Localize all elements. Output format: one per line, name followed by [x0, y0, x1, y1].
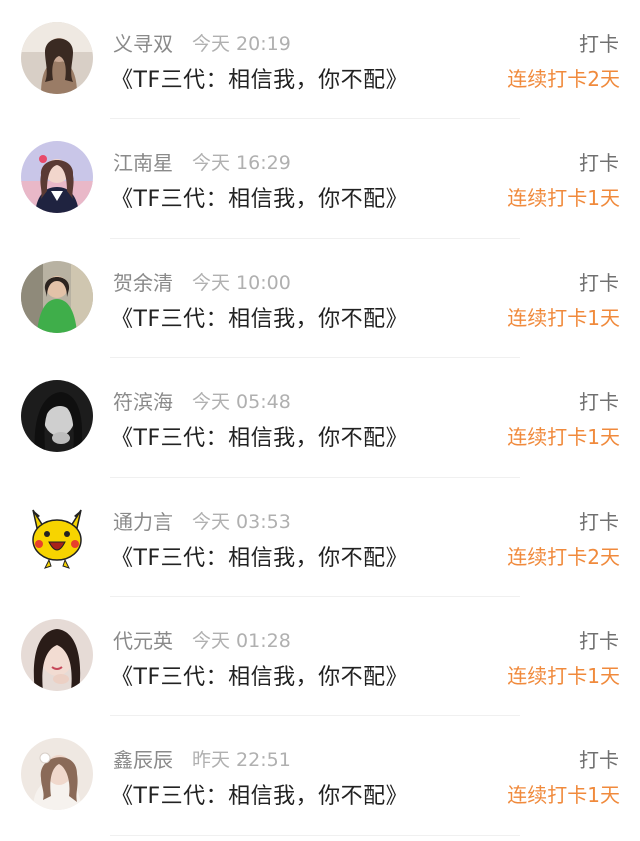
- streak-badge: 连续打卡2天: [507, 544, 620, 569]
- post-title[interactable]: 《TF三代：相信我，你不配》: [111, 420, 408, 452]
- user-avatar-icon: [21, 618, 93, 691]
- post-time: 今天 10:00: [192, 271, 291, 294]
- post-time: 今天 03:53: [192, 510, 291, 533]
- post-time: 今天 05:48: [192, 391, 291, 414]
- user-avatar-icon: [21, 22, 93, 94]
- streak-badge: 连续打卡1天: [507, 663, 620, 688]
- list-item[interactable]: 贺余清 今天 10:00 《TF三代：相信我，你不配》 打卡 连续打卡1天: [0, 239, 640, 359]
- list-item[interactable]: 代元英 今天 01:28 《TF三代：相信我，你不配》 打卡 连续打卡1天: [0, 597, 640, 717]
- user-name[interactable]: 义寻双: [113, 28, 173, 57]
- user-name[interactable]: 代元英: [113, 625, 173, 654]
- user-avatar-icon: [21, 260, 93, 333]
- post-title[interactable]: 《TF三代：相信我，你不配》: [111, 659, 408, 691]
- checkin-label: 打卡: [579, 509, 619, 534]
- checkin-label: 打卡: [579, 628, 619, 653]
- post-time: 昨天 22:51: [192, 749, 291, 772]
- avatar[interactable]: [21, 738, 93, 811]
- avatar[interactable]: [21, 22, 93, 94]
- user-avatar-icon: [21, 380, 93, 453]
- post-time: 今天 16:29: [192, 152, 291, 175]
- checkin-label: 打卡: [579, 390, 619, 415]
- avatar[interactable]: [21, 260, 93, 333]
- post-time: 今天 01:28: [192, 629, 291, 652]
- post-title[interactable]: 《TF三代：相信我，你不配》: [111, 778, 408, 810]
- streak-badge: 连续打卡1天: [507, 186, 620, 211]
- avatar[interactable]: [21, 618, 93, 691]
- pikachu-avatar-icon: [21, 499, 93, 572]
- streak-badge: 连续打卡2天: [507, 67, 620, 91]
- checkin-label: 打卡: [579, 748, 619, 773]
- user-name[interactable]: 鑫辰辰: [113, 744, 173, 773]
- list-item[interactable]: 通力言 今天 03:53 《TF三代：相信我，你不配》 打卡 连续打卡2天: [0, 478, 640, 598]
- post-title[interactable]: 《TF三代：相信我，你不配》: [111, 540, 408, 572]
- streak-badge: 连续打卡1天: [507, 425, 620, 450]
- post-title[interactable]: 《TF三代：相信我，你不配》: [111, 181, 408, 213]
- post-title[interactable]: 《TF三代：相信我，你不配》: [111, 301, 408, 333]
- checkin-list: 义寻双 今天 20:19 《TF三代：相信我，你不配》 打卡 连续打卡2天 江南…: [0, 0, 640, 841]
- streak-badge: 连续打卡1天: [507, 783, 620, 808]
- checkin-label: 打卡: [579, 270, 619, 295]
- post-title[interactable]: 《TF三代：相信我，你不配》: [111, 62, 408, 94]
- user-name[interactable]: 贺余清: [113, 267, 173, 296]
- list-item[interactable]: 符滨海 今天 05:48 《TF三代：相信我，你不配》 打卡 连续打卡1天: [0, 358, 640, 478]
- list-item[interactable]: 义寻双 今天 20:19 《TF三代：相信我，你不配》 打卡 连续打卡2天: [0, 0, 640, 120]
- user-name[interactable]: 通力言: [113, 506, 173, 535]
- user-name[interactable]: 江南星: [113, 147, 173, 176]
- list-item[interactable]: 江南星 今天 16:29 《TF三代：相信我，你不配》 打卡 连续打卡1天: [0, 119, 640, 240]
- user-avatar-icon: [21, 738, 93, 811]
- user-avatar-icon: [21, 141, 93, 214]
- checkin-label: 打卡: [579, 32, 619, 56]
- avatar[interactable]: [21, 380, 93, 453]
- avatar[interactable]: [21, 141, 93, 214]
- post-time: 今天 20:19: [192, 33, 291, 55]
- avatar[interactable]: [21, 499, 93, 572]
- checkin-label: 打卡: [579, 151, 619, 176]
- user-name[interactable]: 符滨海: [113, 386, 173, 415]
- list-item[interactable]: 鑫辰辰 昨天 22:51 《TF三代：相信我，你不配》 打卡 连续打卡1天: [0, 716, 640, 837]
- streak-badge: 连续打卡1天: [507, 305, 620, 330]
